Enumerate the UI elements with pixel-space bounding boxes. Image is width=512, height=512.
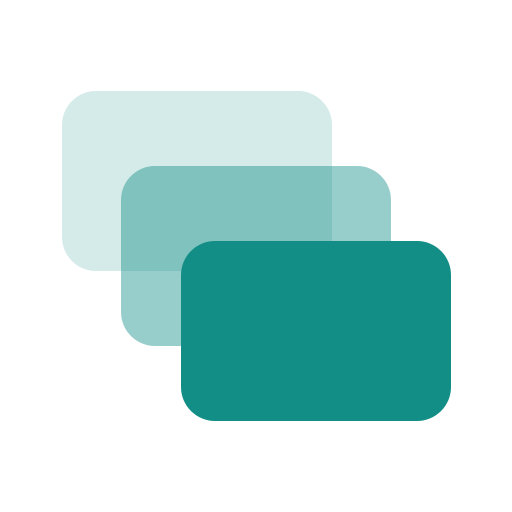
- front-card-shape: [181, 241, 451, 421]
- stacked-cards-icon: [0, 0, 512, 512]
